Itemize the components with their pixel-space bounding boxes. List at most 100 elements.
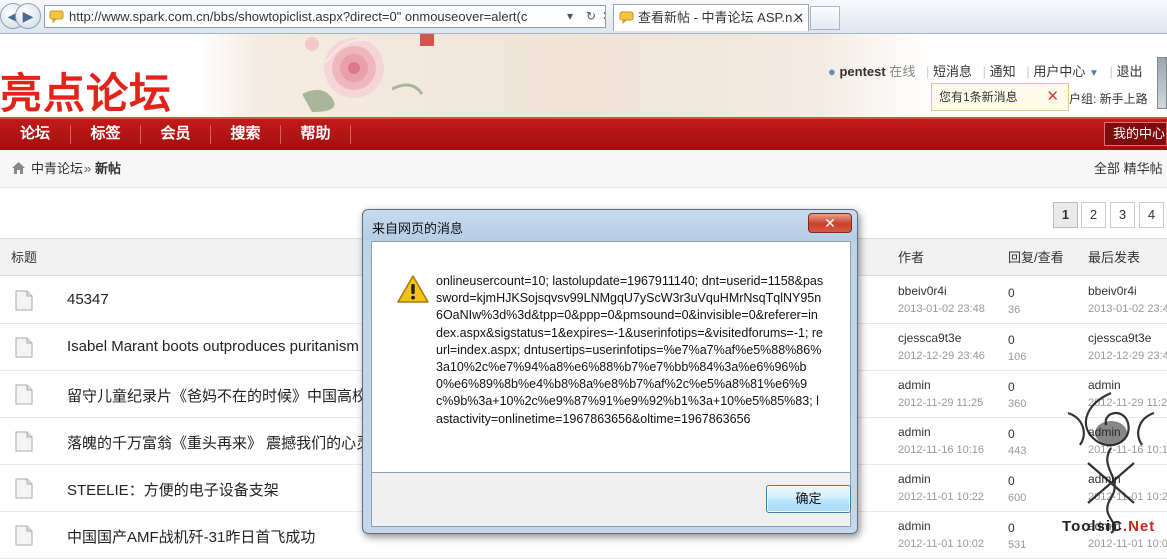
new-message-text[interactable]: 您有1条新消息: [939, 90, 1018, 104]
thread-title-link[interactable]: 留守儿童纪录片《爸妈不在的时候》中国高校电: [67, 385, 382, 406]
document-icon: [15, 337, 33, 358]
main-nav: 论坛 标签 会员 搜索 帮助 我的中心: [0, 117, 1167, 150]
watermark-suffix: .Net: [1122, 518, 1156, 535]
divider: |: [982, 64, 987, 79]
nav-item-tags[interactable]: 标签: [71, 119, 140, 150]
thread-view-count: 36: [1008, 304, 1021, 316]
chevron-down-icon[interactable]: ▼: [1089, 68, 1099, 79]
breadcrumb-separator: »: [84, 161, 92, 176]
dialog-body: onlineusercount=10; lastolupdate=1967911…: [371, 241, 851, 473]
site-favicon-icon: [49, 10, 64, 23]
thread-title-link[interactable]: 45347: [67, 291, 109, 308]
notifications-link[interactable]: 通知: [990, 64, 1016, 79]
nav-item-search[interactable]: 搜索: [211, 119, 280, 150]
thread-post-date: 2013-01-02 23:48: [898, 303, 985, 315]
thread-post-date: 2012-11-16 10:16: [898, 444, 985, 456]
thread-title-link[interactable]: 中国国产AMF战机歼-31昨日首飞成功: [67, 526, 315, 547]
column-header-title: 标题: [11, 250, 38, 265]
thread-post-date: 2012-11-01 10:22: [898, 491, 985, 503]
divider: |: [925, 64, 930, 79]
dialog-close-button[interactable]: ✕: [808, 213, 852, 233]
forum-header: 亮点论坛 ● pentest 在线 | 短消息 | 通知 | 用户中心 ▼ | …: [0, 34, 1167, 118]
thread-author-link[interactable]: admin: [898, 472, 931, 486]
last-poster-link[interactable]: cjessca9t3e: [1088, 331, 1151, 345]
document-icon: [15, 384, 33, 405]
refresh-icon[interactable]: ↻: [586, 6, 596, 27]
address-bar[interactable]: http://www.spark.com.cn/bbs/showtopiclis…: [44, 5, 606, 28]
thread-reply-count: 0: [1008, 333, 1015, 347]
peony-banner-image: [302, 34, 434, 112]
thread-reply-count: 0: [1008, 521, 1015, 535]
last-post-date[interactable]: 2013-01-02 23:48: [1088, 303, 1167, 315]
user-icon: ●: [828, 64, 836, 79]
short-messages-link[interactable]: 短消息: [933, 64, 972, 79]
column-header-last-post: 最后发表: [1088, 250, 1141, 265]
search-dropdown-icon[interactable]: ▾: [567, 6, 573, 27]
thread-author-link[interactable]: admin: [898, 378, 931, 392]
watermark-text: ToolsiC.Net: [1062, 518, 1155, 535]
document-icon: [15, 431, 33, 452]
nav-item-forum[interactable]: 论坛: [0, 119, 70, 150]
watermark-mid: oolsiC: [1071, 518, 1123, 535]
last-poster-link[interactable]: bbeiv0r4i: [1088, 284, 1137, 298]
page-button-4[interactable]: 4: [1139, 202, 1164, 228]
thread-reply-count: 0: [1008, 286, 1015, 300]
nav-divider: [350, 125, 351, 144]
thread-view-count: 106: [1008, 351, 1027, 363]
nav-item-help[interactable]: 帮助: [281, 119, 350, 150]
username-link[interactable]: pentest: [839, 64, 885, 79]
browser-tab-active[interactable]: 查看新帖 - 中青论坛 ASP.n... ✕: [613, 4, 809, 31]
page-button-3[interactable]: 3: [1110, 202, 1135, 228]
thread-author-link[interactable]: admin: [898, 425, 931, 439]
avatar[interactable]: [1157, 57, 1167, 109]
close-icon[interactable]: ✕: [1046, 84, 1059, 110]
thread-title-link[interactable]: 落魄的千万富翁《重头再来》 震撼我们的心灵: [67, 432, 371, 453]
last-post-date[interactable]: 2012-12-29 23:46: [1088, 350, 1167, 362]
my-center-button[interactable]: 我的中心: [1104, 122, 1167, 146]
divider: |: [1109, 64, 1113, 79]
thread-view-count: 531: [1008, 539, 1027, 551]
thread-filter-links[interactable]: 全部 精华帖: [1094, 150, 1163, 187]
breadcrumb-root-link[interactable]: 中青论坛: [31, 150, 83, 187]
logout-link[interactable]: 退出: [1117, 64, 1143, 79]
forum-logo[interactable]: 亮点论坛: [0, 60, 172, 121]
watermark-prefix: T: [1062, 518, 1072, 535]
page-button-1[interactable]: 1: [1053, 202, 1078, 228]
thread-reply-count: 0: [1008, 474, 1015, 488]
new-tab-button[interactable]: [810, 6, 840, 30]
document-icon: [15, 478, 33, 499]
thread-author-link[interactable]: bbeiv0r4i: [898, 284, 947, 298]
thread-post-date: 2012-11-01 10:02: [898, 538, 985, 550]
thread-author-link[interactable]: cjessca9t3e: [898, 331, 961, 345]
page-button-2[interactable]: 2: [1081, 202, 1106, 228]
thread-view-count: 360: [1008, 398, 1027, 410]
new-message-popup[interactable]: 您有1条新消息 ✕: [931, 83, 1069, 111]
thread-view-count: 443: [1008, 445, 1027, 457]
nav-item-members[interactable]: 会员: [141, 119, 210, 150]
warning-icon: [397, 275, 429, 303]
tab-title: 查看新帖 - 中青论坛 ASP.n...: [638, 10, 804, 25]
thread-reply-count: 0: [1008, 427, 1015, 441]
tab-favicon-icon: [619, 11, 634, 24]
thread-author-link[interactable]: admin: [898, 519, 931, 533]
divider: |: [1026, 64, 1030, 79]
stop-icon[interactable]: ✕: [602, 6, 605, 27]
home-icon[interactable]: [11, 161, 26, 175]
column-header-author: 作者: [898, 250, 925, 265]
url-text: http://www.spark.com.cn/bbs/showtopiclis…: [69, 9, 528, 24]
document-icon: [15, 290, 33, 311]
browser-toolbar: ◀ ▶ http://www.spark.com.cn/bbs/showtopi…: [0, 0, 1167, 34]
forward-button[interactable]: ▶: [15, 3, 41, 29]
dialog-footer: 确定: [371, 473, 851, 527]
thread-title-link[interactable]: STEELIE：方便的电子设备支架: [67, 479, 279, 500]
tab-close-icon[interactable]: ✕: [793, 5, 804, 30]
user-center-link[interactable]: 用户中心: [1033, 64, 1085, 79]
thread-title-link[interactable]: Isabel Marant boots outproduces puritani…: [67, 338, 382, 355]
alert-dialog: 来自网页的消息 ✕ onlineusercount=10; lastolupda…: [362, 209, 858, 534]
ok-button[interactable]: 确定: [766, 485, 851, 513]
breadcrumb: 中青论坛 » 新帖 全部 精华帖: [0, 150, 1167, 188]
thread-view-count: 600: [1008, 492, 1027, 504]
column-header-stats: 回复/查看: [1008, 250, 1064, 265]
online-status: 在线: [889, 64, 916, 79]
dialog-message: onlineusercount=10; lastolupdate=1967911…: [436, 274, 824, 426]
